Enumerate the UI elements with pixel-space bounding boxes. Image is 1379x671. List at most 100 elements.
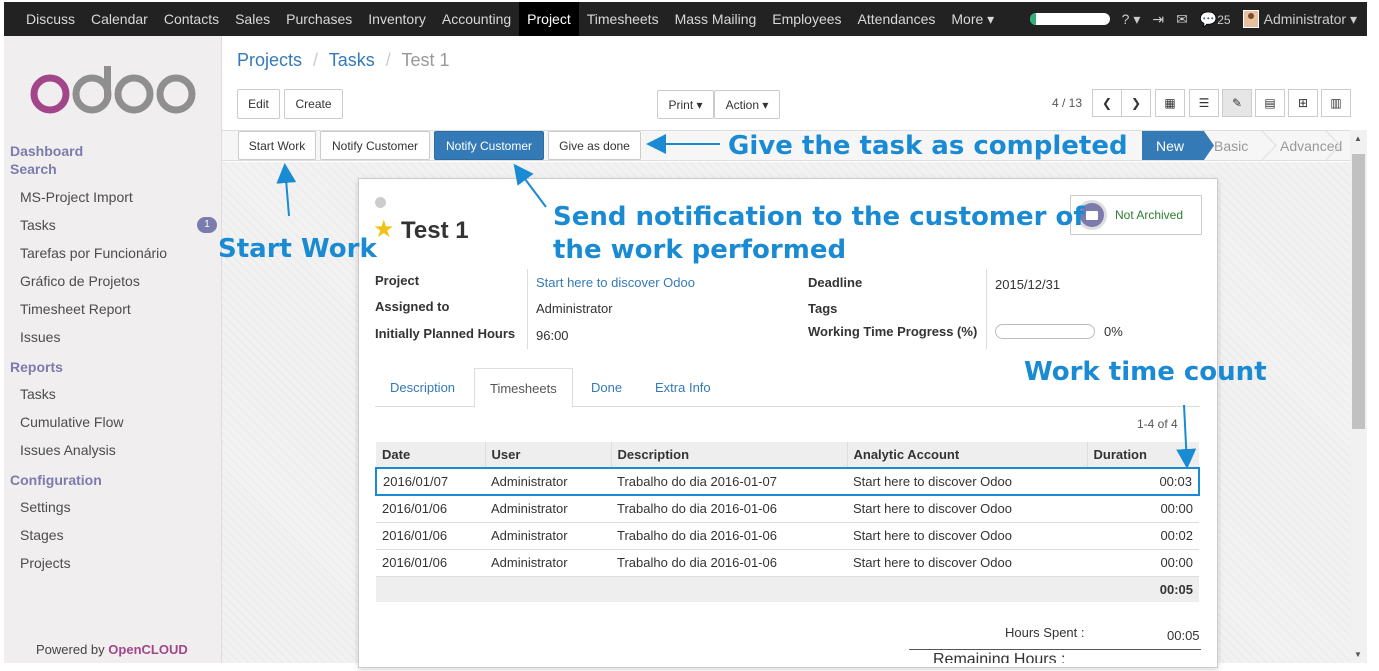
tab-timesheets[interactable]: Timesheets [474, 368, 573, 408]
tasks-count-badge: 1 [197, 217, 217, 233]
col-description[interactable]: Description [611, 442, 848, 468]
cell-duration: 00:02 [1087, 521, 1199, 549]
message-count: 25 [1217, 12, 1231, 27]
sidebar-item-ms-project-import[interactable]: MS-Project Import [20, 189, 133, 205]
form-view-icon[interactable]: ✎ [1222, 89, 1252, 117]
cell-account: Start here to discover Odoo [847, 494, 1087, 522]
menu-calendar[interactable]: Calendar [83, 2, 156, 36]
assigned-field[interactable]: Administrator [536, 301, 613, 316]
sign-in-icon[interactable]: ⇥ [1152, 11, 1164, 28]
sidebar-item-issues[interactable]: Issues [20, 329, 60, 345]
sidebar-item-settings[interactable]: Settings [20, 499, 71, 515]
tab-done[interactable]: Done [576, 368, 637, 406]
tab-extra-info[interactable]: Extra Info [640, 368, 726, 406]
calendar-view-icon[interactable]: ▤ [1255, 89, 1285, 117]
stage-new[interactable]: New [1142, 131, 1214, 160]
planner-progress[interactable] [1029, 13, 1110, 25]
odoo-logo[interactable] [28, 64, 198, 116]
cell-user: Administrator [485, 521, 611, 549]
kanban-state-icon[interactable] [375, 197, 386, 208]
cell-account: Start here to discover Odoo [847, 548, 1087, 576]
menu-inventory[interactable]: Inventory [360, 2, 434, 36]
label-progress: Working Time Progress (%) [808, 324, 978, 339]
menu-mass-mailing[interactable]: Mass Mailing [667, 2, 765, 36]
planned-hours-field[interactable]: 96:00 [536, 328, 569, 343]
sidebar-item-grafico[interactable]: Gráfico de Projetos [20, 273, 140, 289]
stage-separators [1261, 131, 1341, 160]
cell-date: 2016/01/06 [376, 548, 485, 576]
sidebar-item-report-tasks[interactable]: Tasks [20, 386, 56, 402]
menu-more[interactable]: More ▾ [943, 2, 1002, 36]
total-duration: 00:05 [1087, 575, 1199, 602]
graph-view-icon[interactable]: ▥ [1321, 89, 1351, 117]
col-date[interactable]: Date [376, 442, 486, 468]
vertical-scrollbar[interactable]: ▲ ▼ [1350, 130, 1367, 663]
menu-attendances[interactable]: Attendances [850, 2, 944, 36]
mail-icon[interactable]: ✉ [1176, 11, 1188, 28]
menu-discuss[interactable]: Discuss [18, 2, 83, 36]
breadcrumb-tasks[interactable]: Tasks [329, 50, 375, 70]
project-field[interactable]: Start here to discover Odoo [536, 275, 695, 290]
menu-employees[interactable]: Employees [764, 2, 849, 36]
table-row[interactable]: 2016/01/06 Administrator Trabalho do dia… [376, 521, 1199, 549]
cell-user: Administrator [485, 494, 611, 522]
table-row[interactable]: 2016/01/06 Administrator Trabalho do dia… [376, 494, 1199, 522]
powered-brand[interactable]: OpenCLOUD [108, 642, 187, 657]
print-dropdown[interactable]: Print ▾ [657, 90, 714, 119]
give-as-done-button[interactable]: Give as done [548, 131, 641, 160]
create-button[interactable]: Create [284, 89, 343, 119]
col-duration[interactable]: Duration [1087, 442, 1199, 468]
menu-contacts[interactable]: Contacts [156, 2, 227, 36]
menu-sales[interactable]: Sales [227, 2, 278, 36]
deadline-field[interactable]: 2015/12/31 [995, 277, 1060, 292]
col-user[interactable]: User [485, 442, 612, 468]
chat-icon[interactable]: 💬25 [1200, 11, 1231, 28]
cell-date: 2016/01/06 [376, 494, 485, 522]
col-analytic-account[interactable]: Analytic Account [847, 442, 1088, 468]
sidebar-item-timesheet-report[interactable]: Timesheet Report [20, 301, 131, 317]
label-assigned: Assigned to [375, 299, 450, 314]
menu-project[interactable]: Project [519, 2, 579, 36]
notify-customer-primary-button[interactable]: Notify Customer [434, 131, 544, 160]
edit-button[interactable]: Edit [237, 89, 280, 119]
annotation-notify-line1: Send notification to the customer of [553, 202, 1085, 232]
cell-duration: 00:00 [1087, 494, 1199, 522]
kanban-view-icon[interactable]: ▦ [1155, 89, 1185, 117]
breadcrumb-current: Test 1 [401, 50, 450, 70]
hours-spent-value: 00:05 [1167, 628, 1200, 643]
table-row[interactable]: 2016/01/06 Administrator Trabalho do dia… [376, 548, 1199, 576]
archive-toggle[interactable]: Not Archived [1070, 195, 1202, 235]
sidebar-item-tasks[interactable]: Tasks [20, 217, 56, 233]
sidebar-item-projects[interactable]: Projects [20, 555, 71, 571]
start-work-button[interactable]: Start Work [238, 131, 316, 160]
section-dashboard[interactable]: Dashboard [10, 143, 83, 159]
sidebar-item-issues-analysis[interactable]: Issues Analysis [20, 442, 116, 458]
sidebar-item-cumulative-flow[interactable]: Cumulative Flow [20, 414, 123, 430]
archive-status: Not Archived [1115, 208, 1184, 222]
action-dropdown[interactable]: Action ▾ [714, 90, 780, 119]
table-row[interactable]: 2016/01/07 Administrator Trabalho do dia… [375, 467, 1200, 496]
cell-account: Start here to discover Odoo [847, 467, 1087, 496]
prev-record-button[interactable]: ❮ [1092, 89, 1122, 117]
list-view-icon[interactable]: ☰ [1189, 89, 1219, 117]
tab-description[interactable]: Description [375, 368, 470, 406]
sidebar-item-stages[interactable]: Stages [20, 527, 64, 543]
label-project: Project [375, 273, 420, 288]
sidebar-item-tarefas[interactable]: Tarefas por Funcionário [20, 245, 167, 261]
user-name: Administrator ▾ [1263, 10, 1357, 27]
pivot-view-icon[interactable]: ⊞ [1288, 89, 1318, 117]
label-deadline: Deadline [808, 275, 863, 290]
menu-purchases[interactable]: Purchases [278, 2, 360, 36]
help-menu[interactable]: ? ▾ [1122, 11, 1141, 28]
task-title: Test 1 [401, 217, 469, 244]
cell-duration: 00:03 [1087, 467, 1200, 496]
next-record-button[interactable]: ❯ [1121, 89, 1151, 117]
breadcrumb: Projects / Tasks / Test 1 [237, 50, 450, 71]
breadcrumb-projects[interactable]: Projects [237, 50, 302, 70]
menu-accounting[interactable]: Accounting [434, 2, 519, 36]
menu-timesheets[interactable]: Timesheets [579, 2, 667, 36]
notify-customer-button[interactable]: Notify Customer [320, 131, 430, 160]
label-tags: Tags [808, 301, 838, 316]
user-menu[interactable]: Administrator ▾ [1242, 10, 1357, 28]
timesheet-pager: 1-4 of 4 [1137, 417, 1178, 431]
